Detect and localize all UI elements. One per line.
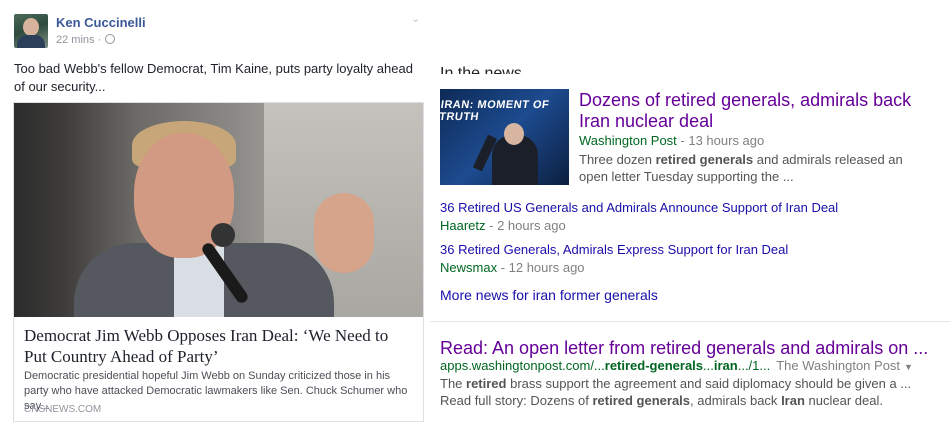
globe-icon [105, 34, 116, 44]
result-title[interactable]: Read: An open letter from retired genera… [440, 338, 945, 359]
avatar-body-shape [17, 35, 45, 48]
news-item-meta: Haaretz - 2 hours ago [440, 218, 566, 233]
more-news-link[interactable]: More news for iran former generals [440, 287, 658, 303]
post-time-text: 22 mins [56, 34, 95, 46]
news-item-time: - 12 hours ago [497, 260, 585, 275]
image-microphone-head [211, 223, 235, 247]
facebook-post-card: Ken Cuccinelli 22 mins · ⌄ Too bad Webb'… [0, 0, 430, 426]
news-item-title[interactable]: 36 Retired Generals, Admirals Express Su… [440, 242, 788, 257]
top-story-snippet: Three dozen retired generals and admiral… [579, 151, 924, 185]
thumbnail-banner-text: IRAN: MOMENT OF TRUTH [440, 99, 551, 123]
caret-down-icon[interactable]: ▼ [904, 362, 913, 372]
url-bold: iran [713, 358, 738, 373]
in-the-news-heading: In the news [440, 65, 522, 74]
news-item-source: Haaretz [440, 218, 486, 233]
snippet-text: Three dozen [579, 152, 656, 167]
snippet-text: , admirals back [690, 393, 782, 408]
url-text: apps.washingtonpost.com/... [440, 358, 605, 373]
news-item-time: - 2 hours ago [485, 218, 566, 233]
snippet-text: The [440, 376, 467, 391]
news-item-source: Newsmax [440, 260, 498, 275]
result-snippet: The retired brass support the agreement … [440, 375, 930, 409]
link-title[interactable]: Democrat Jim Webb Opposes Iran Deal: ‘We… [24, 325, 414, 367]
url-text: ... [703, 358, 714, 373]
url-bold: retired-generals [604, 358, 704, 373]
google-results-panel: In the news IRAN: MOMENT OF TRUTH Dozens… [430, 0, 950, 426]
news-item-meta: Newsmax - 12 hours ago [440, 260, 585, 275]
image-hand-shape [314, 193, 374, 273]
post-timestamp[interactable]: 22 mins · [56, 34, 116, 46]
shared-link-preview[interactable]: Democrat Jim Webb Opposes Iran Deal: ‘We… [13, 102, 424, 422]
snippet-bold: Iran [781, 393, 805, 408]
top-story-title[interactable]: Dozens of retired generals, admirals bac… [579, 90, 924, 132]
author-avatar[interactable] [14, 14, 48, 48]
top-story-thumbnail[interactable]: IRAN: MOMENT OF TRUTH [440, 89, 569, 185]
snippet-text: nuclear deal. [804, 393, 883, 408]
result-url[interactable]: apps.washingtonpost.com/...retired-gener… [440, 358, 945, 373]
avatar-head-shape [23, 18, 39, 36]
chevron-down-icon[interactable]: ⌄ [411, 12, 423, 25]
url-text: .../1... [737, 358, 771, 373]
thumbnail-face-shape [504, 123, 524, 145]
snippet-bold: retired generals [592, 393, 691, 408]
news-item-title[interactable]: 36 Retired US Generals and Admirals Anno… [440, 200, 838, 215]
post-text: Too bad Webb's fellow Democrat, Tim Kain… [14, 61, 413, 94]
link-source: CNSNEWS.COM [24, 404, 102, 415]
snippet-bold: retired [466, 376, 507, 391]
result-publisher: The Washington Post [776, 358, 901, 373]
top-story-time: - 13 hours ago [676, 133, 765, 148]
author-name[interactable]: Ken Cuccinelli [56, 15, 146, 30]
top-story-meta: Washington Post - 13 hours ago [579, 133, 764, 148]
top-story-source: Washington Post [579, 133, 677, 148]
section-divider [430, 321, 950, 322]
link-preview-image[interactable] [14, 103, 423, 317]
snippet-bold: retired generals [655, 152, 754, 167]
